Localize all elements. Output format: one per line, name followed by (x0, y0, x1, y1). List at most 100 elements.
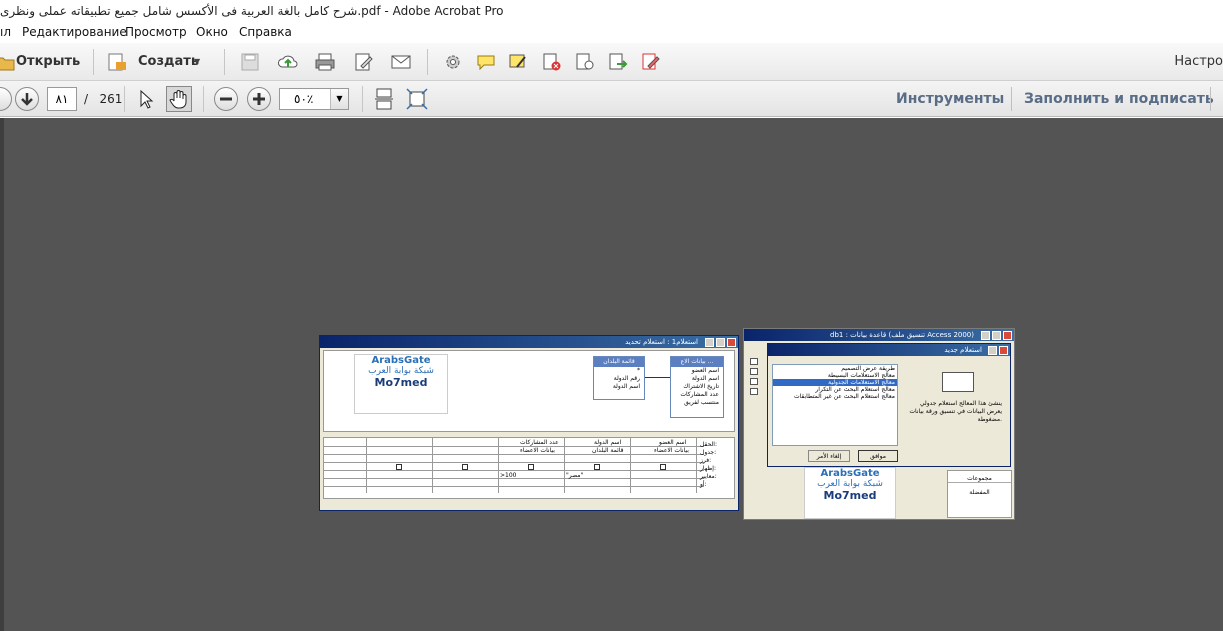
close-icon (1003, 331, 1012, 340)
previous-page-button[interactable] (0, 87, 12, 111)
chevron-down-icon[interactable]: ▼ (330, 89, 348, 109)
favorites-label: المفضلة (969, 489, 990, 496)
tools-panel-link[interactable]: Инструменты (896, 81, 1004, 117)
show-checkbox (462, 464, 468, 470)
edit-document-icon[interactable] (353, 52, 375, 72)
object-icon (750, 388, 758, 395)
criteria-cell: >100 (500, 472, 517, 479)
create-dropdown-arrow-icon[interactable]: ▼ (194, 57, 200, 66)
window-title: شرح كامل بالغة العربية فى الأكسس شامل جم… (0, 4, 504, 18)
close-icon (727, 338, 736, 347)
table-field: رقم الدولة (613, 375, 640, 382)
customize-button[interactable]: Настро (1174, 43, 1223, 81)
grid-row-label: الحقل: (700, 441, 717, 448)
next-page-button[interactable] (15, 87, 39, 111)
fill-sign-panel-link[interactable]: Заполнить и подписать (1024, 81, 1214, 117)
toolbar-separator (224, 49, 225, 75)
logo-author: Mo7med (374, 376, 428, 389)
members-table-box: بيانات الاع ... اسم العضو اسم الدولة تار… (670, 356, 724, 418)
zoom-out-button[interactable] (214, 87, 238, 111)
grid-field-cell: اسم الدولة (594, 439, 622, 446)
toolbar-separator (427, 49, 428, 75)
members-table-title: بيانات الاع ... (671, 357, 723, 367)
page-separator: / (84, 92, 89, 106)
grid-line (324, 446, 704, 447)
object-icons-column (748, 355, 764, 425)
grid-line (564, 438, 565, 493)
grid-field-cell: اسم العضو (659, 439, 687, 446)
groups-label: مجموعات (948, 475, 1011, 483)
list-item: معالج استعلام البحث عن التكرار (815, 386, 895, 393)
select-cursor-icon[interactable] (136, 88, 158, 110)
toolbar-separator (1011, 87, 1012, 111)
cloud-upload-icon[interactable] (277, 52, 299, 72)
zoom-level-value: ٥٠٪ (294, 92, 314, 106)
table-field: اسم الدولة (612, 383, 640, 390)
grid-row-label: إظهار: (700, 465, 716, 472)
list-item: معالج استعلام البحث عن غير المتطابقات (793, 393, 895, 400)
toolbar-separator (93, 49, 94, 75)
show-checkbox (396, 464, 402, 470)
menu-help[interactable]: Справка (239, 22, 292, 43)
gear-icon[interactable] (442, 52, 464, 72)
page-number-input[interactable]: ٨١ (47, 87, 77, 111)
grid-line (696, 438, 697, 493)
total-pages: 261 (99, 92, 123, 106)
arabsgate-logo: ArabsGate شبكة بوابة العرب Mo7med (354, 354, 448, 414)
grid-table-cell: بيانات الاعضاء (654, 447, 689, 454)
countries-table-box: قائمة البلدان * رقم الدولة اسم الدولة (593, 356, 645, 400)
fit-page-icon[interactable] (405, 87, 429, 111)
hand-tool-button[interactable] (166, 86, 192, 112)
table-field: * (637, 367, 640, 374)
table-field: عدد المشاركات (680, 391, 719, 398)
zoom-level-select[interactable]: ٥٠٪ ▼ (279, 88, 349, 110)
create-button[interactable]: Создать (138, 50, 199, 74)
arrow-down-icon (21, 93, 33, 106)
object-icon (750, 368, 758, 375)
sign-icon[interactable] (640, 52, 662, 72)
highlight-icon[interactable] (507, 52, 529, 72)
new-query-dialog-title: استعلام جديد (768, 344, 1010, 356)
crosstab-preview-image (942, 372, 974, 392)
menu-window[interactable]: Окно (196, 22, 228, 43)
grid-table-cell: قائمة البلدان (592, 447, 624, 454)
show-checkbox (594, 464, 600, 470)
minimize-icon (705, 338, 714, 347)
logo-brand: ArabsGate (371, 355, 431, 366)
grid-line (324, 486, 704, 487)
database-window-screenshot: db1 : قاعدة بيانات (تنسيق ملف Access 200… (743, 328, 1015, 520)
criteria-cell: "مصر" (566, 472, 584, 479)
open-button[interactable]: Открыть (16, 50, 80, 74)
minimize-icon (981, 331, 990, 340)
page-count: / 261 (84, 87, 122, 111)
logo-brand: ArabsGate (820, 468, 880, 479)
delete-pages-icon[interactable] (541, 52, 563, 72)
menu-edit[interactable]: Редактирование (22, 22, 127, 43)
menu-view[interactable]: Просмотр (125, 22, 187, 43)
grid-row-label: معايير: (700, 473, 717, 480)
menu-bar: ıл Редактирование Просмотр Окно Справка (0, 22, 1223, 43)
zoom-in-button[interactable] (247, 87, 271, 111)
email-icon[interactable] (390, 52, 412, 72)
grid-row-label: أو: (700, 481, 707, 488)
logo-author: Mo7med (823, 489, 877, 502)
print-icon[interactable] (314, 52, 336, 72)
table-field: منتسب لفريق (684, 399, 719, 406)
new-query-dialog: استعلام جديد ينشئ هذا المعالج استعلام جد… (767, 343, 1011, 467)
window-title-bar: شرح كامل بالغة العربية فى الأكسس شامل جم… (0, 0, 1223, 22)
document-viewport[interactable]: استعلام1 : استعلام تحديد ArabsGate شبكة … (0, 118, 1223, 631)
grid-line (324, 462, 704, 463)
grid-line (324, 454, 704, 455)
toolbar-separator (362, 86, 363, 112)
list-item-selected: معالج الاستعلامات الجدولية (773, 379, 897, 386)
object-icon (750, 378, 758, 385)
save-icon[interactable] (239, 52, 261, 72)
menu-file[interactable]: ıл (0, 22, 11, 43)
scroll-mode-icon[interactable] (372, 87, 396, 111)
comment-icon[interactable] (475, 52, 497, 72)
export-icon[interactable] (607, 52, 629, 72)
navigation-pane-strip[interactable] (0, 118, 4, 631)
navigation-toolbar: ٨١ / 261 ٥٠٪ ▼ Инструменты Заполнить и п… (0, 81, 1223, 117)
hand-icon (169, 90, 187, 109)
redact-icon[interactable] (574, 52, 596, 72)
